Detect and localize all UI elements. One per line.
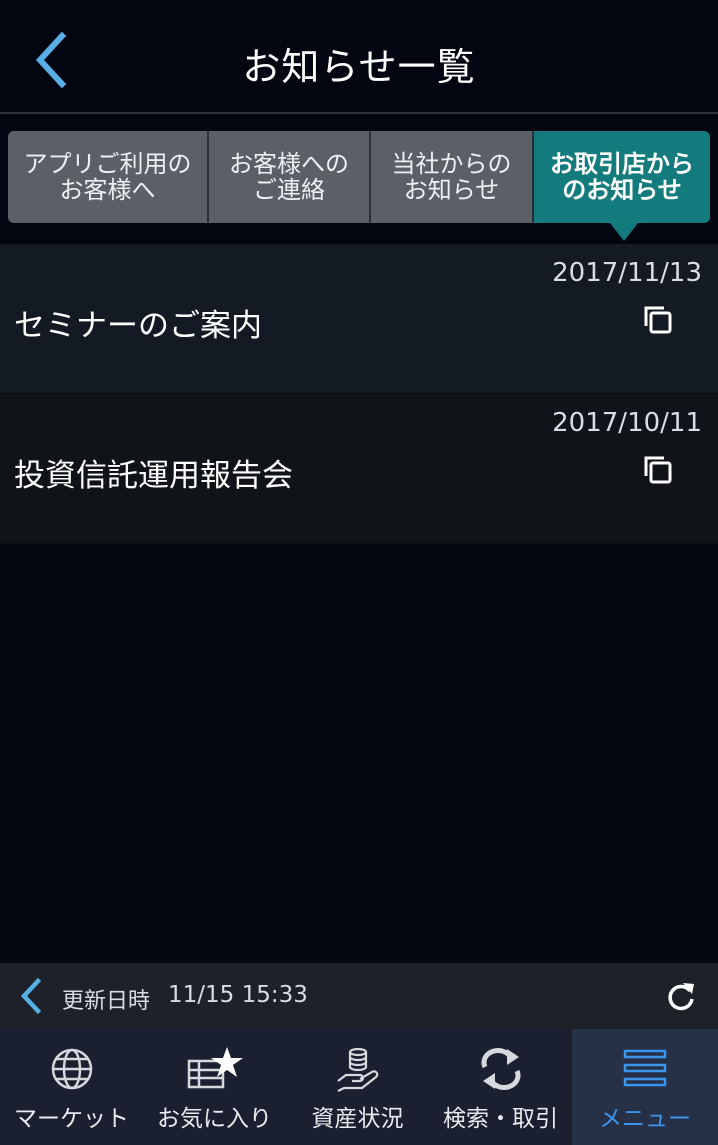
copy-icon[interactable] [642, 304, 674, 336]
notice-date: 2017/11/13 [552, 258, 702, 288]
nav-label: マーケット [14, 1106, 129, 1132]
tab-customer-contact[interactable]: お客様への ご連絡 [209, 131, 371, 223]
tab-label: お客様への ご連絡 [229, 150, 349, 204]
bottom-nav: マーケット お気に入り 資産状況 検索・取引 メニュー [0, 1029, 718, 1145]
update-bar: 更新日時 11/15 15:33 [0, 963, 718, 1029]
notice-date: 2017/10/11 [552, 408, 702, 438]
notice-list: 2017/11/13 セミナーのご案内 2017/10/11 投資信託運用報告会 [0, 244, 718, 544]
notice-title: 投資信託運用報告会 [14, 458, 293, 494]
swap-arrows-icon [480, 1048, 521, 1090]
menu-icon [623, 1049, 667, 1087]
nav-label: メニュー [599, 1106, 691, 1132]
globe-icon [51, 1048, 92, 1090]
copy-icon[interactable] [642, 454, 674, 486]
header: お知らせ一覧 [0, 0, 718, 114]
nav-search-trade[interactable]: 検索・取引 [429, 1029, 572, 1145]
coins-hand-icon [336, 1047, 378, 1092]
tab-app-users[interactable]: アプリご利用の お客様へ [8, 131, 209, 223]
tab-label: アプリご利用の お客様へ [23, 150, 192, 204]
nav-assets[interactable]: 資産状況 [286, 1029, 429, 1145]
refresh-icon [668, 983, 694, 1011]
nav-label: お気に入り [157, 1106, 272, 1132]
nav-favorites[interactable]: お気に入り [143, 1029, 286, 1145]
notice-title: セミナーのご案内 [14, 308, 262, 344]
update-back-button[interactable] [14, 975, 48, 1017]
nav-label: 資産状況 [311, 1106, 404, 1132]
nav-menu[interactable]: メニュー [572, 1029, 718, 1145]
nav-label: 検索・取引 [443, 1106, 558, 1132]
page-title: お知らせ一覧 [242, 45, 476, 89]
nav-market[interactable]: マーケット [0, 1029, 143, 1145]
tab-label: お取引店から のお知らせ [550, 150, 694, 204]
category-tabs: アプリご利用の お客様へ お客様への ご連絡 当社からの お知らせ お取引店から… [8, 131, 710, 241]
tab-company-notices[interactable]: 当社からの お知らせ [371, 131, 534, 223]
notice-list-screen: お知らせ一覧 アプリご利用の お客様へ お客様への ご連絡 当社からの お知らせ… [0, 0, 718, 1145]
tab-label: 当社からの お知らせ [391, 150, 512, 204]
favorite-star-icon [187, 1047, 243, 1089]
tab-branch-notices[interactable]: お取引店から のお知らせ [534, 131, 710, 241]
chevron-left-icon [20, 977, 42, 1015]
update-time-label: 更新日時 [62, 989, 151, 1014]
list-item[interactable]: 2017/10/11 投資信託運用報告会 [0, 394, 718, 544]
update-time-value: 11/15 15:33 [168, 982, 308, 1008]
refresh-button[interactable] [664, 979, 698, 1013]
list-item[interactable]: 2017/11/13 セミナーのご案内 [0, 244, 718, 394]
